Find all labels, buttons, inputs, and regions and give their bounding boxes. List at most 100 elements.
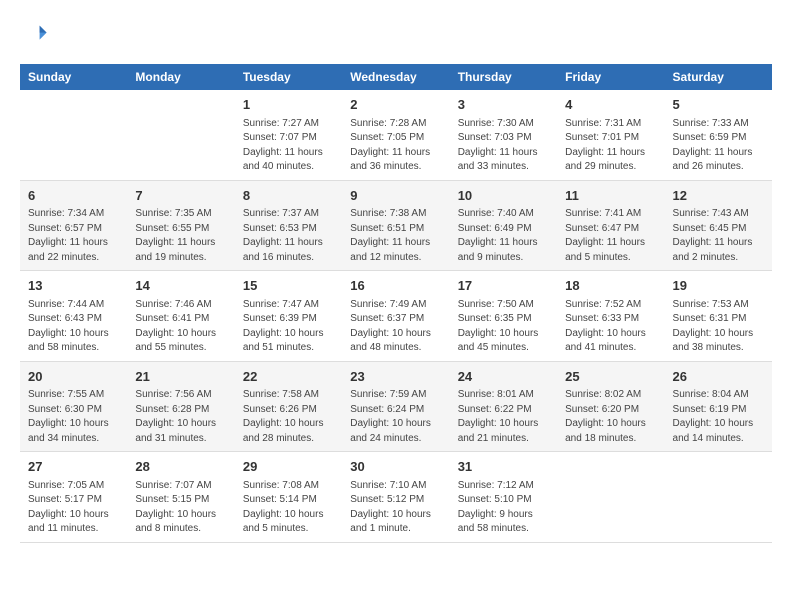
day-info: Sunrise: 7:56 AM Sunset: 6:28 PM Dayligh…	[135, 388, 226, 446]
day-number: 2	[350, 95, 441, 115]
calendar-cell: 14Sunrise: 7:46 AM Sunset: 6:41 PM Dayli…	[127, 271, 234, 362]
calendar-week-row: 1Sunrise: 7:27 AM Sunset: 7:07 PM Daylig…	[20, 90, 772, 180]
logo	[20, 20, 52, 48]
calendar-cell: 1Sunrise: 7:27 AM Sunset: 7:07 PM Daylig…	[235, 90, 342, 180]
day-number: 21	[135, 367, 226, 387]
day-number: 23	[350, 367, 441, 387]
weekday-header: Thursday	[450, 64, 557, 90]
calendar-cell: 20Sunrise: 7:55 AM Sunset: 6:30 PM Dayli…	[20, 361, 127, 452]
calendar-cell: 10Sunrise: 7:40 AM Sunset: 6:49 PM Dayli…	[450, 180, 557, 271]
day-info: Sunrise: 7:28 AM Sunset: 7:05 PM Dayligh…	[350, 117, 441, 175]
day-number: 3	[458, 95, 549, 115]
calendar-cell: 13Sunrise: 7:44 AM Sunset: 6:43 PM Dayli…	[20, 271, 127, 362]
day-info: Sunrise: 7:53 AM Sunset: 6:31 PM Dayligh…	[673, 298, 764, 356]
day-info: Sunrise: 7:07 AM Sunset: 5:15 PM Dayligh…	[135, 479, 226, 537]
day-info: Sunrise: 7:08 AM Sunset: 5:14 PM Dayligh…	[243, 479, 334, 537]
calendar-cell	[127, 90, 234, 180]
day-info: Sunrise: 7:30 AM Sunset: 7:03 PM Dayligh…	[458, 117, 549, 175]
calendar-table: SundayMondayTuesdayWednesdayThursdayFrid…	[20, 64, 772, 543]
day-number: 30	[350, 457, 441, 477]
calendar-week-row: 27Sunrise: 7:05 AM Sunset: 5:17 PM Dayli…	[20, 452, 772, 543]
calendar-week-row: 20Sunrise: 7:55 AM Sunset: 6:30 PM Dayli…	[20, 361, 772, 452]
calendar-cell: 4Sunrise: 7:31 AM Sunset: 7:01 PM Daylig…	[557, 90, 664, 180]
weekday-header: Saturday	[665, 64, 772, 90]
page-header	[20, 20, 772, 48]
day-number: 17	[458, 276, 549, 296]
day-info: Sunrise: 7:27 AM Sunset: 7:07 PM Dayligh…	[243, 117, 334, 175]
calendar-cell: 25Sunrise: 8:02 AM Sunset: 6:20 PM Dayli…	[557, 361, 664, 452]
day-number: 20	[28, 367, 119, 387]
day-number: 24	[458, 367, 549, 387]
calendar-cell: 23Sunrise: 7:59 AM Sunset: 6:24 PM Dayli…	[342, 361, 449, 452]
day-info: Sunrise: 7:41 AM Sunset: 6:47 PM Dayligh…	[565, 207, 656, 265]
calendar-cell	[557, 452, 664, 543]
day-number: 14	[135, 276, 226, 296]
day-info: Sunrise: 7:35 AM Sunset: 6:55 PM Dayligh…	[135, 207, 226, 265]
day-number: 16	[350, 276, 441, 296]
calendar-cell: 6Sunrise: 7:34 AM Sunset: 6:57 PM Daylig…	[20, 180, 127, 271]
calendar-cell: 2Sunrise: 7:28 AM Sunset: 7:05 PM Daylig…	[342, 90, 449, 180]
calendar-cell: 31Sunrise: 7:12 AM Sunset: 5:10 PM Dayli…	[450, 452, 557, 543]
calendar-week-row: 6Sunrise: 7:34 AM Sunset: 6:57 PM Daylig…	[20, 180, 772, 271]
calendar-cell: 27Sunrise: 7:05 AM Sunset: 5:17 PM Dayli…	[20, 452, 127, 543]
day-info: Sunrise: 7:46 AM Sunset: 6:41 PM Dayligh…	[135, 298, 226, 356]
day-number: 7	[135, 186, 226, 206]
calendar-cell: 15Sunrise: 7:47 AM Sunset: 6:39 PM Dayli…	[235, 271, 342, 362]
day-info: Sunrise: 7:47 AM Sunset: 6:39 PM Dayligh…	[243, 298, 334, 356]
calendar-cell: 24Sunrise: 8:01 AM Sunset: 6:22 PM Dayli…	[450, 361, 557, 452]
day-info: Sunrise: 7:33 AM Sunset: 6:59 PM Dayligh…	[673, 117, 764, 175]
weekday-header: Monday	[127, 64, 234, 90]
day-info: Sunrise: 7:55 AM Sunset: 6:30 PM Dayligh…	[28, 388, 119, 446]
day-info: Sunrise: 8:04 AM Sunset: 6:19 PM Dayligh…	[673, 388, 764, 446]
calendar-cell: 3Sunrise: 7:30 AM Sunset: 7:03 PM Daylig…	[450, 90, 557, 180]
day-info: Sunrise: 8:01 AM Sunset: 6:22 PM Dayligh…	[458, 388, 549, 446]
day-info: Sunrise: 7:10 AM Sunset: 5:12 PM Dayligh…	[350, 479, 441, 537]
calendar-cell: 16Sunrise: 7:49 AM Sunset: 6:37 PM Dayli…	[342, 271, 449, 362]
logo-icon	[20, 20, 48, 48]
day-info: Sunrise: 7:05 AM Sunset: 5:17 PM Dayligh…	[28, 479, 119, 537]
day-info: Sunrise: 7:40 AM Sunset: 6:49 PM Dayligh…	[458, 207, 549, 265]
calendar-cell	[20, 90, 127, 180]
day-info: Sunrise: 7:38 AM Sunset: 6:51 PM Dayligh…	[350, 207, 441, 265]
day-number: 5	[673, 95, 764, 115]
day-number: 19	[673, 276, 764, 296]
day-number: 8	[243, 186, 334, 206]
calendar-cell: 17Sunrise: 7:50 AM Sunset: 6:35 PM Dayli…	[450, 271, 557, 362]
weekday-header: Sunday	[20, 64, 127, 90]
day-info: Sunrise: 8:02 AM Sunset: 6:20 PM Dayligh…	[565, 388, 656, 446]
weekday-header: Friday	[557, 64, 664, 90]
day-info: Sunrise: 7:50 AM Sunset: 6:35 PM Dayligh…	[458, 298, 549, 356]
day-info: Sunrise: 7:59 AM Sunset: 6:24 PM Dayligh…	[350, 388, 441, 446]
day-number: 6	[28, 186, 119, 206]
day-info: Sunrise: 7:43 AM Sunset: 6:45 PM Dayligh…	[673, 207, 764, 265]
calendar-cell: 11Sunrise: 7:41 AM Sunset: 6:47 PM Dayli…	[557, 180, 664, 271]
day-number: 1	[243, 95, 334, 115]
day-number: 22	[243, 367, 334, 387]
day-number: 12	[673, 186, 764, 206]
day-number: 31	[458, 457, 549, 477]
calendar-cell: 29Sunrise: 7:08 AM Sunset: 5:14 PM Dayli…	[235, 452, 342, 543]
calendar-week-row: 13Sunrise: 7:44 AM Sunset: 6:43 PM Dayli…	[20, 271, 772, 362]
calendar-cell: 26Sunrise: 8:04 AM Sunset: 6:19 PM Dayli…	[665, 361, 772, 452]
day-info: Sunrise: 7:31 AM Sunset: 7:01 PM Dayligh…	[565, 117, 656, 175]
day-info: Sunrise: 7:37 AM Sunset: 6:53 PM Dayligh…	[243, 207, 334, 265]
day-number: 11	[565, 186, 656, 206]
day-number: 26	[673, 367, 764, 387]
calendar-cell: 12Sunrise: 7:43 AM Sunset: 6:45 PM Dayli…	[665, 180, 772, 271]
day-number: 4	[565, 95, 656, 115]
calendar-cell: 8Sunrise: 7:37 AM Sunset: 6:53 PM Daylig…	[235, 180, 342, 271]
calendar-cell: 30Sunrise: 7:10 AM Sunset: 5:12 PM Dayli…	[342, 452, 449, 543]
day-info: Sunrise: 7:44 AM Sunset: 6:43 PM Dayligh…	[28, 298, 119, 356]
day-number: 28	[135, 457, 226, 477]
calendar-cell: 19Sunrise: 7:53 AM Sunset: 6:31 PM Dayli…	[665, 271, 772, 362]
day-info: Sunrise: 7:34 AM Sunset: 6:57 PM Dayligh…	[28, 207, 119, 265]
calendar-cell: 7Sunrise: 7:35 AM Sunset: 6:55 PM Daylig…	[127, 180, 234, 271]
day-number: 15	[243, 276, 334, 296]
weekday-header: Tuesday	[235, 64, 342, 90]
day-number: 9	[350, 186, 441, 206]
calendar-cell: 28Sunrise: 7:07 AM Sunset: 5:15 PM Dayli…	[127, 452, 234, 543]
day-info: Sunrise: 7:49 AM Sunset: 6:37 PM Dayligh…	[350, 298, 441, 356]
calendar-cell: 9Sunrise: 7:38 AM Sunset: 6:51 PM Daylig…	[342, 180, 449, 271]
calendar-cell: 5Sunrise: 7:33 AM Sunset: 6:59 PM Daylig…	[665, 90, 772, 180]
weekday-header-row: SundayMondayTuesdayWednesdayThursdayFrid…	[20, 64, 772, 90]
